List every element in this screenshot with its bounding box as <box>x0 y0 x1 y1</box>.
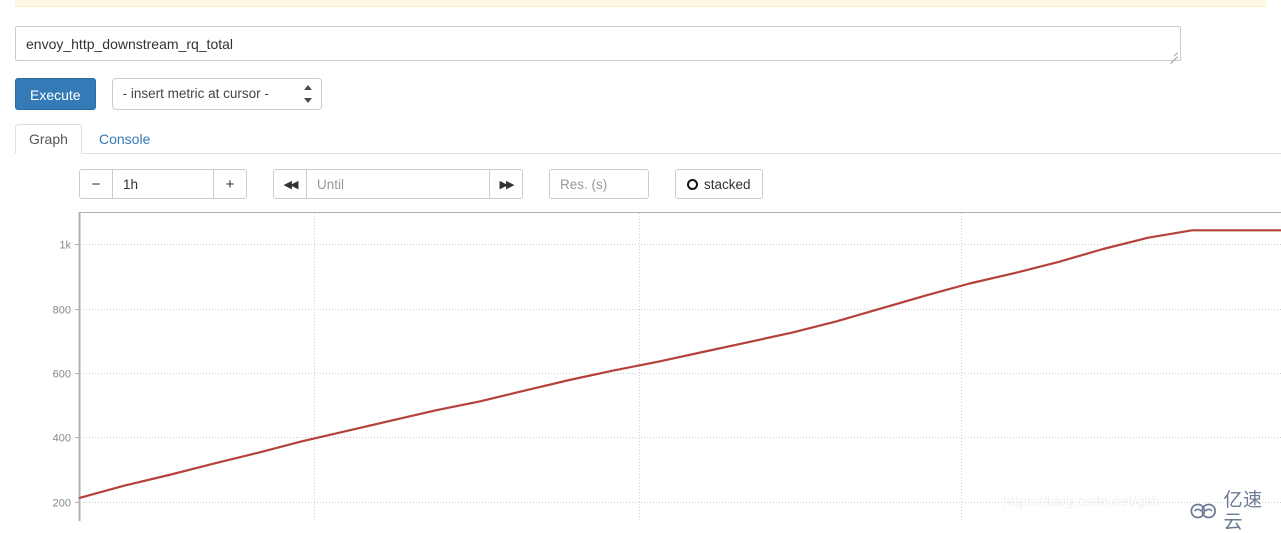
range-group: − 1h + <box>79 169 247 199</box>
svg-text:200: 200 <box>53 498 71 510</box>
svg-text:600: 600 <box>53 369 71 381</box>
graph-canvas[interactable]: 200 400 600 800 1k <box>0 210 1281 521</box>
graph-toolbar: − 1h + ◀◀ Until ▶▶ Res. (s) stacked <box>79 169 763 199</box>
checkbox-icon <box>687 178 698 190</box>
expression-input-wrapper <box>15 26 1181 61</box>
tab-graph[interactable]: Graph <box>15 124 82 154</box>
controls-row: Execute - insert metric at cursor - <box>15 78 322 110</box>
alert-banner <box>15 0 1266 7</box>
site-logo: 亿速云 <box>1189 489 1281 533</box>
graph-plot: 200 400 600 800 1k <box>53 212 1281 521</box>
y-axis-ticks: 200 400 600 800 1k <box>53 240 80 510</box>
range-decrease-button[interactable]: − <box>79 169 113 199</box>
tab-bar: Graph Console <box>15 124 1281 154</box>
tab-console[interactable]: Console <box>85 124 164 154</box>
range-increase-button[interactable]: + <box>213 169 247 199</box>
metric-select-wrapper: - insert metric at cursor - <box>111 78 322 110</box>
until-group: ◀◀ Until ▶▶ <box>273 169 523 199</box>
site-logo-text: 亿速云 <box>1223 489 1263 533</box>
shift-backward-button[interactable]: ◀◀ <box>273 169 307 199</box>
x-gridlines <box>314 213 962 521</box>
stacked-label: stacked <box>704 176 751 192</box>
svg-text:1k: 1k <box>59 240 71 252</box>
until-input[interactable]: Until <box>307 169 489 199</box>
y-gridlines <box>80 244 1281 503</box>
range-input[interactable]: 1h <box>113 169 213 199</box>
shift-forward-button[interactable]: ▶▶ <box>489 169 523 199</box>
svg-text:400: 400 <box>53 433 71 445</box>
expression-input[interactable] <box>15 26 1181 61</box>
stacked-toggle[interactable]: stacked <box>675 169 763 199</box>
csdn-watermark: https://blog.csdn.net/glth <box>1003 493 1160 509</box>
insert-metric-select[interactable]: - insert metric at cursor - <box>111 78 322 110</box>
resolution-input[interactable]: Res. (s) <box>549 169 649 199</box>
svg-text:800: 800 <box>53 305 71 317</box>
series-line-envoy-http-downstream-rq-total <box>78 229 1281 499</box>
cloud-logo-icon <box>1190 503 1217 519</box>
execute-button[interactable]: Execute <box>15 78 96 110</box>
